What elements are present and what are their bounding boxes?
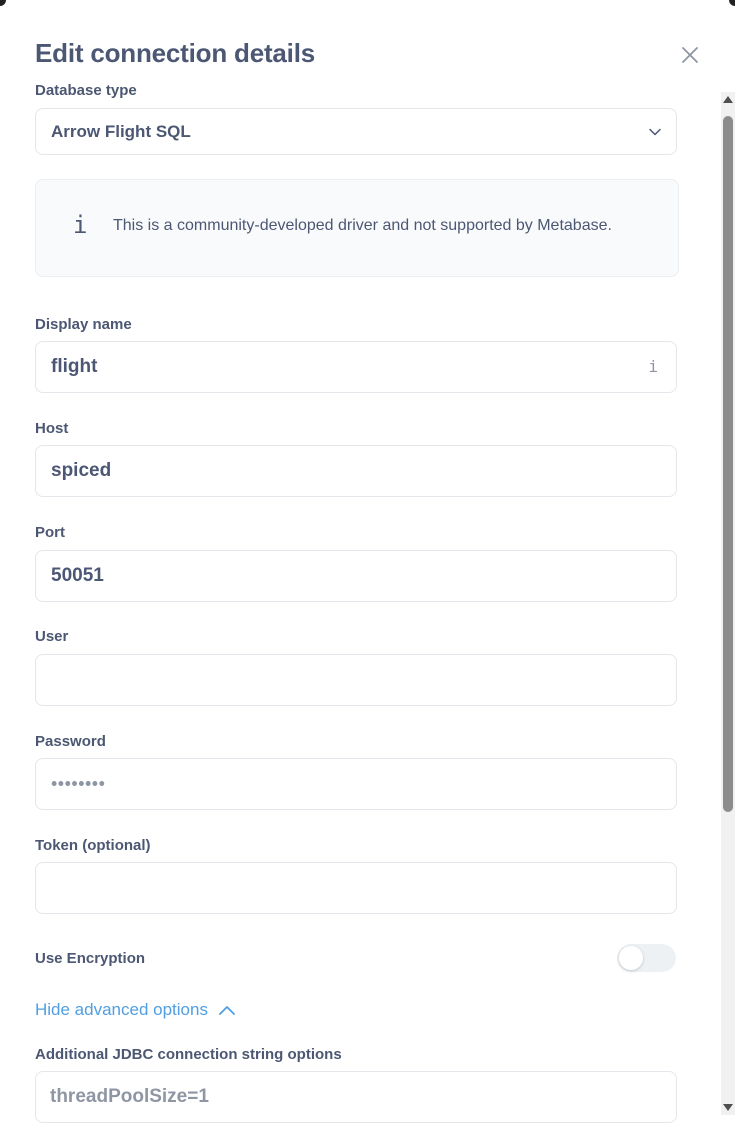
use-encryption-toggle[interactable] [617, 944, 676, 972]
port-label: Port [35, 524, 65, 541]
password-masked-value: •••••••• [51, 773, 106, 794]
scroll-up-arrow-icon[interactable] [722, 92, 734, 106]
scroll-down-arrow-icon[interactable] [722, 1101, 734, 1115]
chevron-down-icon [649, 128, 661, 136]
database-type-value: Arrow Flight SQL [51, 121, 191, 141]
jdbc-options-field[interactable] [35, 1071, 677, 1123]
display-name-value: flight [51, 356, 98, 377]
database-type-label: Database type [35, 82, 137, 99]
jdbc-options-label: Additional JDBC connection string option… [35, 1046, 342, 1063]
scrollbar-thumb[interactable] [723, 116, 733, 812]
password-field[interactable]: •••••••• [35, 758, 677, 810]
host-label: Host [35, 420, 69, 437]
notice-text: This is a community-developed driver and… [113, 217, 612, 234]
port-value: 50051 [51, 565, 104, 586]
display-name-field[interactable]: flight i [35, 341, 677, 393]
window-corner-left [0, 0, 6, 6]
toggle-knob [619, 946, 643, 970]
host-value: spiced [51, 460, 112, 481]
close-button[interactable] [679, 44, 701, 66]
port-field[interactable]: 50051 [35, 550, 677, 602]
token-field[interactable] [35, 862, 677, 914]
chevron-up-icon [219, 1006, 235, 1015]
info-icon: i [73, 211, 88, 239]
database-type-select[interactable]: Arrow Flight SQL [35, 108, 677, 155]
info-icon[interactable]: i [648, 357, 658, 376]
hide-advanced-options-label: Hide advanced options [35, 1000, 208, 1019]
host-field[interactable]: spiced [35, 445, 677, 497]
scrollbar[interactable] [721, 92, 735, 1115]
display-name-label: Display name [35, 316, 132, 333]
modal-title: Edit connection details [35, 38, 315, 68]
password-label: Password [35, 733, 106, 750]
use-encryption-label: Use Encryption [35, 950, 146, 967]
user-field[interactable] [35, 654, 677, 706]
window-corner-right [729, 0, 735, 6]
user-label: User [35, 628, 69, 645]
hide-advanced-options-link[interactable]: Hide advanced options [35, 1000, 236, 1020]
edit-connection-modal: Edit connection details Database type Ar… [0, 0, 735, 1123]
community-driver-notice: i This is a community-developed driver a… [35, 179, 679, 277]
close-icon [682, 47, 698, 63]
token-label: Token (optional) [35, 837, 151, 854]
